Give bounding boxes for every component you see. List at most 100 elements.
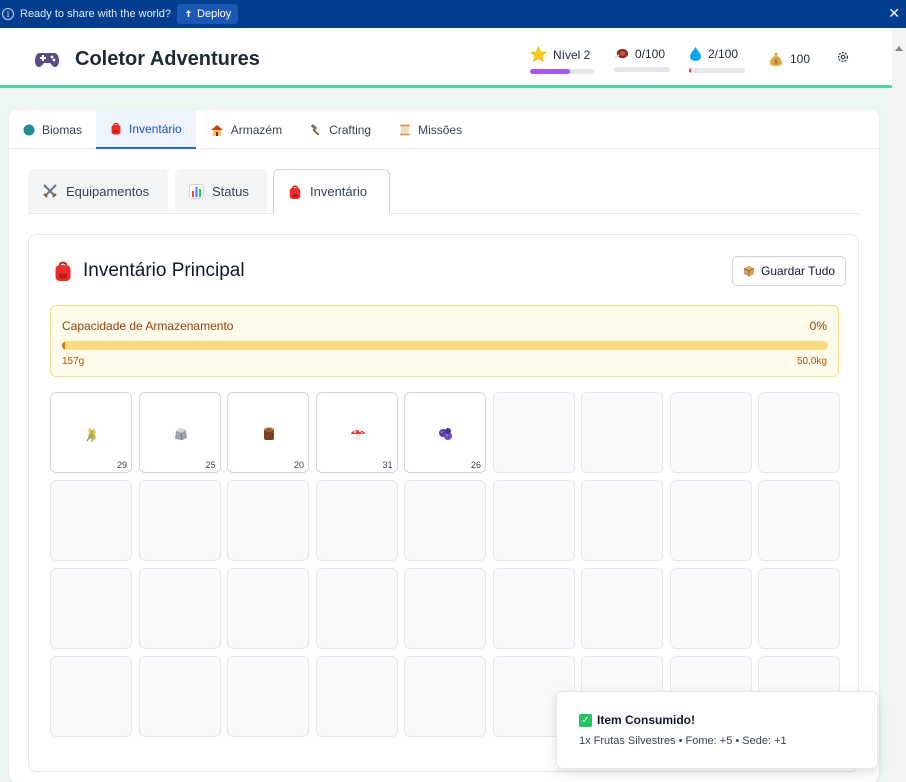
- inventory-slot-empty[interactable]: [138, 480, 221, 561]
- inventory-slot-mushroom[interactable]: 31: [315, 392, 398, 473]
- inventory-slot-empty[interactable]: [138, 656, 221, 737]
- inventory-slot-empty[interactable]: [669, 392, 752, 473]
- crossed-swords-icon: [43, 184, 57, 198]
- scroll-up-arrow[interactable]: [895, 46, 903, 51]
- inventory-slot-empty[interactable]: [50, 656, 132, 737]
- inventory-slot-wheat[interactable]: 29: [50, 392, 132, 473]
- inventory-slot-empty[interactable]: [758, 480, 840, 561]
- level-progress-bar: [530, 69, 594, 74]
- inventory-slot-rock[interactable]: 25: [138, 392, 221, 473]
- info-icon: i: [2, 8, 14, 20]
- gamepad-icon: [34, 48, 60, 75]
- subtab-equipamentos[interactable]: Equipamentos: [28, 169, 168, 213]
- thirst-stat: 2/100: [689, 46, 745, 73]
- inventory-slot-empty[interactable]: [581, 392, 663, 473]
- wheat-icon: [83, 425, 101, 443]
- hunger-text: 0/100: [635, 46, 666, 61]
- globe-icon: [23, 124, 35, 135]
- inventory-slot-empty[interactable]: [581, 480, 663, 561]
- deploy-banner: i Ready to share with the world? Deploy …: [0, 0, 906, 28]
- subtab-inventario[interactable]: Inventário: [273, 169, 390, 214]
- inventory-slot-empty[interactable]: [315, 480, 398, 561]
- backpack-icon: [289, 184, 301, 199]
- inventory-title: Inventário Principal: [53, 260, 245, 282]
- inventory-slot-empty[interactable]: [669, 480, 752, 561]
- svg-text:$: $: [774, 59, 778, 66]
- toast-message: 1x Frutas Silvestres • Fome: +5 • Sede: …: [579, 735, 787, 747]
- tab-missoes[interactable]: Missões: [385, 110, 476, 149]
- deploy-button[interactable]: Deploy: [177, 4, 239, 24]
- box-icon: [743, 266, 755, 277]
- berries-icon: [437, 425, 455, 443]
- backpack-icon: [111, 122, 121, 135]
- toast-title-text: Item Consumido!: [597, 713, 695, 727]
- hunger-progress-bar: [614, 67, 670, 72]
- inventory-slot-empty[interactable]: [50, 568, 132, 649]
- level-stat: Nível 2: [530, 46, 594, 74]
- inventory-slot-empty[interactable]: [227, 568, 309, 649]
- tab-label: Biomas: [42, 122, 83, 137]
- inventory-slot-empty[interactable]: [404, 568, 486, 649]
- item-quantity: 26: [470, 460, 481, 470]
- tab-inventario[interactable]: Inventário: [96, 110, 196, 149]
- app-header: Coletor Adventures Nível 2 0/100 2/100 $…: [0, 28, 892, 88]
- wood-log-icon: [260, 425, 278, 443]
- capacity-max: 50.0kg: [796, 356, 827, 367]
- inventory-slot-empty[interactable]: [227, 480, 309, 561]
- subtab-label: Equipamentos: [66, 183, 150, 199]
- gear-icon[interactable]: [836, 50, 850, 67]
- thirst-text: 2/100: [708, 47, 739, 61]
- inventory-slot-empty[interactable]: [315, 568, 398, 649]
- tab-biomas[interactable]: Biomas: [9, 110, 96, 149]
- main-tabs: Biomas Inventário Armazém Crafting Missõ…: [9, 110, 879, 149]
- inventory-slot-empty[interactable]: [404, 656, 486, 737]
- meat-icon: [615, 48, 629, 59]
- subtab-status[interactable]: Status: [175, 169, 267, 213]
- capacity-label: Capacidade de Armazenamento: [62, 319, 234, 333]
- inventory-slot-berries[interactable]: 26: [404, 392, 486, 473]
- inventory-title-text: Inventário Principal: [83, 260, 245, 281]
- inventory-slot-empty[interactable]: [492, 392, 575, 473]
- banner-message: Ready to share with the world?: [20, 8, 172, 20]
- thirst-progress-bar: [689, 68, 745, 73]
- toast-notification: ✓ Item Consumido! 1x Frutas Silvestres •…: [556, 691, 878, 769]
- money-bag-icon: $: [770, 53, 782, 66]
- close-icon[interactable]: ✕: [888, 6, 900, 20]
- inventory-slot-empty[interactable]: [492, 480, 575, 561]
- item-quantity: 25: [205, 460, 216, 470]
- storage-capacity: Capacidade de Armazenamento 0% 157g 50.0…: [50, 305, 839, 377]
- item-quantity: 20: [293, 460, 304, 470]
- bar-chart-icon: [189, 183, 204, 199]
- store-all-button[interactable]: Guardar Tudo: [732, 256, 847, 286]
- water-drop-icon: [690, 47, 701, 61]
- inventory-slot-empty[interactable]: [758, 568, 840, 649]
- rock-icon: [172, 425, 190, 443]
- backpack-icon: [55, 261, 71, 281]
- store-all-label: Guardar Tudo: [761, 264, 836, 278]
- inventory-slot-empty[interactable]: [315, 656, 398, 737]
- main-card: Biomas Inventário Armazém Crafting Missõ…: [9, 110, 879, 782]
- item-quantity: 31: [382, 460, 393, 470]
- inventory-slot-empty[interactable]: [492, 568, 575, 649]
- mushroom-icon: [349, 425, 367, 443]
- star-icon: [530, 46, 547, 63]
- inventory-slot-empty[interactable]: [50, 480, 132, 561]
- tab-armazem[interactable]: Armazém: [196, 110, 296, 149]
- tab-crafting[interactable]: Crafting: [296, 110, 385, 149]
- capacity-progress-bar: [62, 341, 828, 350]
- inventory-slot-empty[interactable]: [581, 568, 663, 649]
- subtab-label: Status: [212, 183, 249, 199]
- inventory-slot-empty[interactable]: [227, 656, 309, 737]
- inventory-slot-empty[interactable]: [404, 480, 486, 561]
- page-scrollbar[interactable]: [892, 28, 906, 782]
- tab-label: Inventário: [129, 121, 182, 136]
- inventory-slot-empty[interactable]: [138, 568, 221, 649]
- inventory-slot-empty[interactable]: [758, 392, 840, 473]
- inventory-slot-wood-log[interactable]: 20: [227, 392, 309, 473]
- tab-label: Armazém: [230, 122, 283, 137]
- capacity-current: 157g: [62, 356, 85, 367]
- hunger-stat: 0/100: [614, 46, 670, 72]
- tab-label: Crafting: [329, 122, 372, 137]
- capacity-percent: 0%: [809, 319, 827, 333]
- inventory-slot-empty[interactable]: [669, 568, 752, 649]
